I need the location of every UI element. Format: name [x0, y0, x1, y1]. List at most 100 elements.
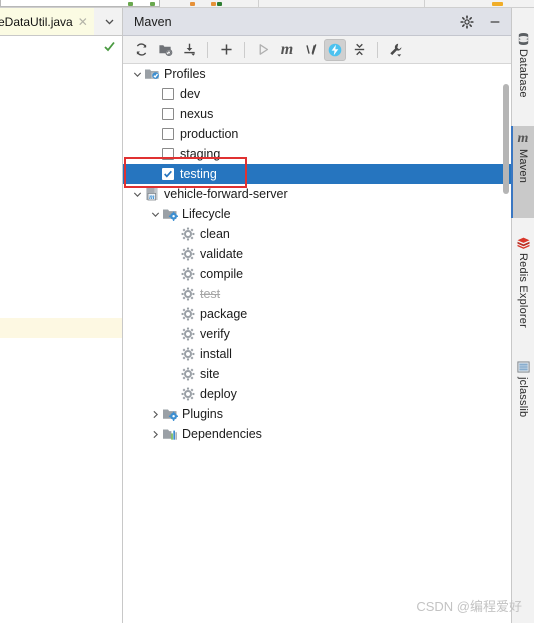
- tree-node-label: site: [200, 366, 220, 381]
- chevron-right-icon[interactable]: [149, 428, 162, 441]
- tree-row[interactable]: Profiles: [123, 64, 511, 84]
- redis-icon: [516, 235, 531, 250]
- skip-tests-icon[interactable]: [300, 39, 322, 61]
- maven-tool-window-header: Maven: [123, 8, 511, 36]
- editor-column: eDataUtil.java ✕: [0, 8, 123, 623]
- tree-node-label: install: [200, 346, 232, 361]
- maven-tool-window-title: Maven: [134, 14, 172, 29]
- chevron-down-icon[interactable]: [149, 208, 162, 221]
- maven-m-icon[interactable]: m: [276, 39, 298, 61]
- tree-node-label: compile: [200, 266, 244, 281]
- tree-node-label: package: [200, 306, 248, 321]
- toolbar-marker-green: [150, 2, 155, 6]
- chevron-down-icon[interactable]: [103, 15, 116, 28]
- tool-window-button-jclasslib[interactable]: jclasslib: [512, 354, 534, 450]
- profile-checkbox[interactable]: [162, 128, 174, 140]
- tree-node-label: verify: [200, 326, 230, 341]
- profile-checkbox[interactable]: [162, 168, 174, 180]
- check-mark-icon: [103, 40, 116, 53]
- svg-text:m: m: [149, 193, 155, 201]
- tree-row[interactable]: production: [123, 124, 511, 144]
- tool-window-button-label: Maven: [517, 149, 529, 184]
- tree-row[interactable]: m vehicle-forward-server: [123, 184, 511, 204]
- tree-node-label: staging: [180, 146, 221, 161]
- gear-goal-icon: [180, 366, 196, 382]
- editor-tab-java-file[interactable]: eDataUtil.java ✕: [0, 8, 94, 35]
- tree-node-label: Profiles: [164, 66, 206, 81]
- collapse-all-icon[interactable]: [348, 39, 370, 61]
- tree-row[interactable]: Plugins: [123, 404, 511, 424]
- tree-row[interactable]: dev: [123, 84, 511, 104]
- editor-tab-strip: eDataUtil.java ✕: [0, 8, 122, 36]
- jclasslib-icon: [516, 359, 531, 374]
- tree-row[interactable]: validate: [123, 244, 511, 264]
- toolbar-separator: [207, 41, 208, 58]
- chevron-down-icon[interactable]: [131, 68, 144, 81]
- toolbar-marker-yellow: [492, 2, 503, 6]
- gear-goal-icon: [180, 326, 196, 342]
- tree-vertical-scrollbar[interactable]: [502, 64, 510, 623]
- tree-row[interactable]: clean: [123, 224, 511, 244]
- tree-node-label: Lifecycle: [182, 206, 231, 221]
- tree-row[interactable]: testing: [123, 164, 511, 184]
- maven-m-glyph: m: [517, 130, 529, 146]
- gear-goal-icon: [180, 346, 196, 362]
- editor-highlighted-line: [0, 318, 122, 338]
- scrollbar-thumb[interactable]: [503, 84, 509, 194]
- tree-row[interactable]: nexus: [123, 104, 511, 124]
- close-icon[interactable]: ✕: [78, 16, 88, 28]
- toolbar-separator: [377, 41, 378, 58]
- tool-window-button-redis-explorer[interactable]: Redis Explorer: [512, 230, 534, 350]
- tree-row[interactable]: verify: [123, 324, 511, 344]
- gear-goal-icon: [180, 306, 196, 322]
- tree-row[interactable]: install: [123, 344, 511, 364]
- tool-window-button-label: jclasslib: [517, 377, 529, 418]
- profile-checkbox[interactable]: [162, 88, 174, 100]
- tree-node-label: dev: [180, 86, 201, 101]
- maven-toolbar: m: [123, 36, 511, 64]
- maven-projects-tree[interactable]: Profiles dev nexus production staging testing…: [123, 64, 511, 623]
- plugins-folder-icon: [162, 406, 178, 422]
- tree-node-label: testing: [180, 166, 217, 181]
- tree-node-label: test: [200, 286, 221, 301]
- refresh-icon[interactable]: [130, 39, 152, 61]
- database-icon: [516, 31, 531, 46]
- gear-goal-icon: [180, 246, 196, 262]
- tool-window-button-maven[interactable]: m Maven: [511, 126, 534, 218]
- dependencies-icon: [162, 426, 178, 442]
- tree-row[interactable]: package: [123, 304, 511, 324]
- tool-window-button-label: Database: [517, 49, 529, 98]
- maven-m-icon: m: [516, 131, 531, 146]
- profile-checkbox[interactable]: [162, 148, 174, 160]
- tree-row[interactable]: staging: [123, 144, 511, 164]
- watermark-text: CSDN @编程爱好: [416, 599, 522, 614]
- tree-row[interactable]: compile: [123, 264, 511, 284]
- minimize-icon[interactable]: [487, 14, 503, 30]
- chevron-down-icon[interactable]: [131, 188, 144, 201]
- folder-refresh-icon[interactable]: [154, 39, 176, 61]
- maven-header-actions: [459, 8, 503, 36]
- plus-icon[interactable]: [215, 39, 237, 61]
- tree-row[interactable]: site: [123, 364, 511, 384]
- tree-row[interactable]: Dependencies: [123, 424, 511, 444]
- gear-icon[interactable]: [459, 14, 475, 30]
- maven-tool-window: Maven m Profiles dev nexus production st…: [123, 8, 511, 623]
- tool-window-button-database[interactable]: Database: [512, 26, 534, 114]
- maven-m-glyph: m: [280, 40, 294, 58]
- play-triangle-icon[interactable]: [252, 39, 274, 61]
- chevron-right-icon[interactable]: [149, 408, 162, 421]
- profile-checkbox[interactable]: [162, 108, 174, 120]
- tree-row[interactable]: test: [123, 284, 511, 304]
- tool-window-button-label: Redis Explorer: [517, 253, 529, 328]
- download-icon[interactable]: [178, 39, 200, 61]
- tree-node-label: Plugins: [182, 406, 223, 421]
- tree-node-label: validate: [200, 246, 244, 261]
- wrench-dropdown-icon[interactable]: [385, 39, 407, 61]
- right-tool-window-bar: Database m Maven Redis Explorer jclasslib: [511, 8, 534, 623]
- lightning-bolt-icon[interactable]: [324, 38, 346, 61]
- ide-window: eDataUtil.java ✕ Maven m Profiles dev ne…: [0, 0, 534, 623]
- toolbar-marker-orange: [190, 2, 195, 6]
- profiles-folder-icon: [144, 66, 160, 82]
- tree-row[interactable]: Lifecycle: [123, 204, 511, 224]
- tree-row[interactable]: deploy: [123, 384, 511, 404]
